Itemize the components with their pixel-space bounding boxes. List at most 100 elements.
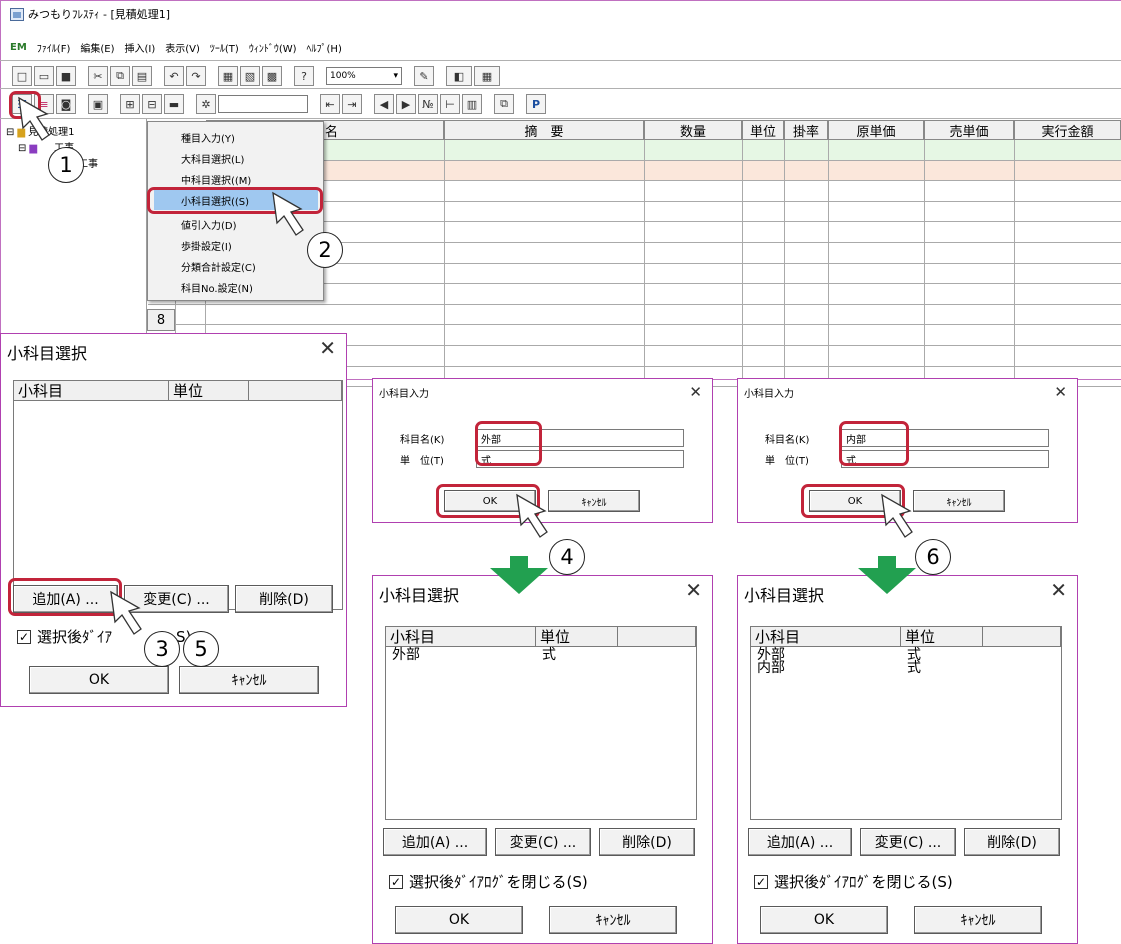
print-preview-icon[interactable]: ▧ [240,66,260,86]
grid-view-icon[interactable]: ▦ [474,66,500,86]
close-after-select-label: 選択後ﾀﾞｲｱ [37,628,113,646]
delete-row-icon[interactable]: ⊟ [142,94,162,114]
menu-item-class-total[interactable]: 分類合計設定(C) [154,256,318,276]
toolbar-divider-2 [0,88,1121,89]
insert-row-icon[interactable]: ⊞ [120,94,140,114]
delete-button[interactable]: 削除(D) [235,585,333,613]
copy-icon[interactable]: ⧉ [110,66,130,86]
column-header-unit[interactable]: 単位 [901,627,983,647]
cancel-button[interactable]: ｷｬﾝｾﾙ [549,906,677,934]
delete-button[interactable]: 削除(D) [964,828,1060,856]
row-header-8[interactable]: 8 [147,309,175,331]
open-folder-icon[interactable]: ▭ [34,66,54,86]
print-setup-icon[interactable]: ▦ [218,66,238,86]
paste-icon[interactable]: ▤ [132,66,152,86]
close-after-select-checkbox[interactable]: ✓ 選択後ﾀﾞｲｱﾛｸﾞを閉じる(S) [389,871,588,892]
column-header-unit[interactable]: 単位 [742,120,784,140]
duplicate-icon[interactable]: ⧉ [494,94,514,114]
last-icon[interactable]: ▶ [396,94,416,114]
cut-icon[interactable]: ✂ [88,66,108,86]
delete-button[interactable]: 削除(D) [599,828,695,856]
select-dialog-step-6: 小科目選択 ✕ 小科目 単位 外部 式 内部 式 追加(A) ... 変更(C)… [737,575,1078,944]
toolbar-divider [0,60,1121,61]
subject-list[interactable]: 小科目 単位 [13,380,343,610]
magic-icon[interactable]: ✲ [196,94,216,114]
p-icon[interactable]: P [526,94,546,114]
new-file-icon[interactable]: □ [12,66,32,86]
column-header-cost-price[interactable]: 原単価 [828,120,924,140]
column-header-subject[interactable]: 小科目 [751,627,901,647]
unit-label: 単 位(T) [400,456,444,467]
cancel-button[interactable]: ｷｬﾝｾﾙ [179,666,319,694]
redo-icon[interactable]: ↷ [186,66,206,86]
menu-file[interactable]: ﾌｧｲﾙ(F) [37,40,71,55]
preview-icon[interactable]: ◧ [446,66,472,86]
menu-item-large-subject[interactable]: 大科目選択(L) [154,148,318,168]
menu-window[interactable]: ｳｨﾝﾄﾞｳ(W) [249,40,297,55]
brush-icon[interactable]: ✎ [414,66,434,86]
step-marker-5: 5 [183,631,219,667]
search-box[interactable] [218,95,308,113]
menu-edit[interactable]: 編集(E) [80,40,114,55]
copy-sheet-icon[interactable]: ▣ [88,94,108,114]
first-icon[interactable]: ◀ [374,94,394,114]
close-icon[interactable]: ✕ [1054,383,1067,401]
change-button[interactable]: 変更(C) ... [495,828,591,856]
column-header-quantity[interactable]: 数量 [644,120,742,140]
change-button[interactable]: 変更(C) ... [860,828,956,856]
subject-list[interactable]: 小科目 単位 外部 式 [385,626,697,820]
menu-tools[interactable]: ﾂｰﾙ(T) [210,40,239,55]
close-icon[interactable]: ✕ [689,383,702,401]
close-icon[interactable]: ✕ [319,336,336,360]
column-header-blank [618,627,696,647]
title-bar: みつもりﾌﾚｽﾃｨ - [見積処理1] [10,6,170,22]
undo-icon[interactable]: ↶ [164,66,184,86]
ok-button[interactable]: OK [29,666,169,694]
subject-name-label: 科目名(K) [765,435,810,446]
subject-list[interactable]: 小科目 単位 外部 式 内部 式 [750,626,1062,820]
cancel-button[interactable]: ｷｬﾝｾﾙ [914,906,1042,934]
list-item-unit[interactable]: 式 [542,648,556,662]
window-title: みつもりﾌﾚｽﾃｨ - [見積処理1] [28,8,171,21]
document-icon[interactable]: ▥ [462,94,482,114]
number-icon[interactable]: № [418,94,438,114]
sheet-icon[interactable]: ▬ [164,94,184,114]
menu-item-medium-subject[interactable]: 中科目選択((M) [154,169,318,189]
list-item-unit[interactable]: 式 [907,661,921,675]
column-header-amount[interactable]: 実行金額 [1014,120,1121,140]
close-icon[interactable]: ✕ [685,578,702,602]
grid-column-line [784,140,785,380]
close-after-select-checkbox[interactable]: ✓ 選択後ﾀﾞｲｱﾛｸﾞを閉じる(S) [754,871,953,892]
add-button[interactable]: 追加(A) ... [383,828,487,856]
close-icon[interactable]: ✕ [1050,578,1067,602]
column-header-subject[interactable]: 小科目 [14,381,169,401]
column-header-rate[interactable]: 掛率 [784,120,828,140]
list-item-name[interactable]: 内部 [757,661,785,675]
column-header-sell-price[interactable]: 売単価 [924,120,1014,140]
column-header-summary[interactable]: 摘 要 [444,120,644,140]
menu-view[interactable]: 表示(V) [165,40,200,55]
add-button[interactable]: 追加(A) ... [748,828,852,856]
menu-item-subject-no[interactable]: 科目No.設定(N) [154,277,318,297]
zoom-select[interactable]: 100% ▾ [326,67,402,85]
menu-item-category-input[interactable]: 種目入力(Y) [154,127,318,147]
ok-button[interactable]: OK [395,906,523,934]
import-icon[interactable]: ⇤ [320,94,340,114]
column-header-unit[interactable]: 単位 [536,627,618,647]
print-icon[interactable]: ▩ [262,66,282,86]
dialog-title: 小科目選択 [379,586,460,605]
save-icon[interactable]: ■ [56,66,76,86]
menu-insert[interactable]: 挿入(I) [124,40,155,55]
export-icon[interactable]: ⇥ [342,94,362,114]
collapse-icon[interactable]: ⊟ [6,125,14,141]
menu-help[interactable]: ﾍﾙﾌﾟ(H) [307,40,342,55]
ok-button[interactable]: OK [760,906,888,934]
column-header-unit[interactable]: 単位 [169,381,249,401]
close-after-select-label: 選択後ﾀﾞｲｱﾛｸﾞを閉じる(S) [774,873,953,891]
branch-icon[interactable]: ⊢ [440,94,460,114]
list-item-name[interactable]: 外部 [392,648,420,662]
grid-row[interactable] [148,305,1121,326]
column-header-subject[interactable]: 小科目 [386,627,536,647]
grid-column-line [644,140,645,380]
help-icon[interactable]: ? [294,66,314,86]
